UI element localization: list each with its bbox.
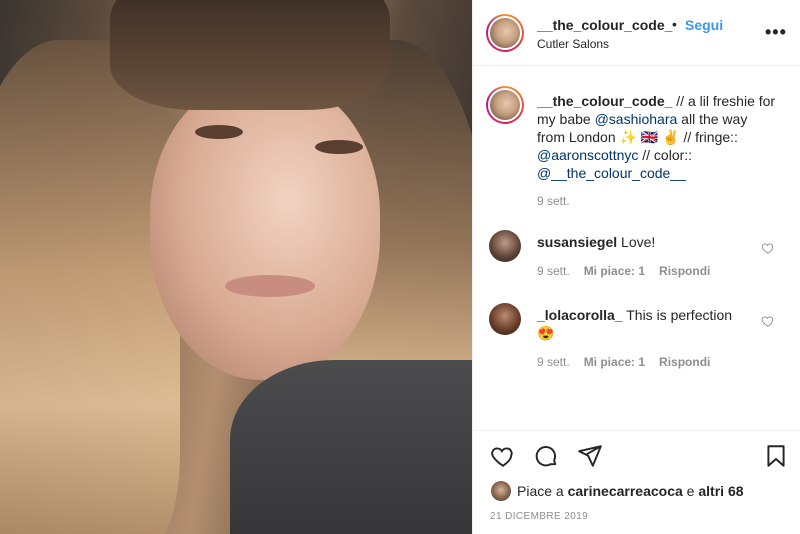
post-header: __the_colour_code_ • Segui Cutler Salons…	[473, 0, 800, 66]
header-separator: •	[672, 16, 677, 32]
mention-link[interactable]: @aaronscottnyc	[537, 147, 638, 163]
likes-prefix: Piace a	[517, 483, 568, 499]
reply-button[interactable]: Rispondi	[659, 355, 710, 369]
likes-and: e	[682, 483, 699, 499]
liker-username[interactable]: carinecarreacoca	[568, 483, 683, 499]
comment-text: _lolacorolla_ This is perfection 😍	[537, 306, 747, 342]
likes-text[interactable]: Piace a carinecarreacoca e altri 68	[517, 483, 744, 499]
instagram-post: __the_colour_code_ • Segui Cutler Salons…	[0, 0, 800, 534]
comment-timestamp[interactable]: 9 sett.	[537, 355, 570, 369]
heart-icon[interactable]	[490, 443, 516, 469]
comment-likes-count[interactable]: Mi piace: 1	[584, 264, 645, 278]
liker-avatar[interactable]	[491, 481, 511, 501]
post-date[interactable]: 21 DICEMBRE 2019	[490, 511, 588, 522]
comment-timestamp[interactable]: 9 sett.	[537, 264, 570, 278]
commenter-username[interactable]: susansiegel	[537, 234, 617, 250]
post-actions: Piace a carinecarreacoca e altri 68 21 D…	[473, 430, 800, 534]
mention-link[interactable]: @__the_colour_code__	[537, 165, 686, 181]
follow-button[interactable]: Segui	[685, 17, 723, 33]
commenter-avatar[interactable]	[489, 230, 521, 262]
comment-like-icon[interactable]	[761, 241, 775, 255]
comment-text: susansiegel Love!	[537, 233, 747, 251]
comment-likes-count[interactable]: Mi piace: 1	[584, 355, 645, 369]
commenter-avatar[interactable]	[489, 303, 521, 335]
caption-text: __the_colour_code_ // a lil freshie for …	[537, 92, 777, 182]
comment-meta: 9 sett. Mi piace: 1 Rispondi	[537, 264, 710, 278]
share-icon[interactable]	[577, 443, 603, 469]
photo-eye-left	[195, 125, 243, 139]
comment-like-icon[interactable]	[761, 314, 775, 328]
comments-section: __the_colour_code_ // a lil freshie for …	[473, 67, 800, 429]
photo-lips	[225, 275, 315, 297]
comment-meta: 9 sett. Mi piace: 1 Rispondi	[537, 355, 710, 369]
mention-link[interactable]: @sashiohara	[595, 111, 678, 127]
author-username[interactable]: __the_colour_code_	[537, 17, 672, 33]
comment-body: Love!	[617, 234, 656, 250]
more-options-icon[interactable]: •••	[765, 22, 787, 43]
author-avatar[interactable]	[486, 14, 524, 52]
caption-username[interactable]: __the_colour_code_	[537, 93, 672, 109]
caption-avatar[interactable]	[486, 86, 524, 124]
photo-hair-left	[0, 40, 180, 534]
comment-icon[interactable]	[533, 443, 559, 469]
likes-others[interactable]: altri 68	[698, 483, 743, 499]
post-side-panel: __the_colour_code_ • Segui Cutler Salons…	[472, 0, 800, 534]
reply-button[interactable]: Rispondi	[659, 264, 710, 278]
photo-eye-right	[315, 140, 363, 154]
bookmark-icon[interactable]	[763, 443, 789, 469]
photo-sweater	[230, 360, 472, 534]
likes-summary: Piace a carinecarreacoca e altri 68	[491, 481, 744, 501]
caption-timestamp[interactable]: 9 sett.	[537, 194, 570, 208]
location-link[interactable]: Cutler Salons	[537, 37, 609, 51]
caption-text-part: // color::	[638, 147, 693, 163]
commenter-username[interactable]: _lolacorolla_	[537, 307, 623, 323]
post-photo[interactable]	[0, 0, 472, 534]
photo-fringe	[110, 0, 390, 110]
photo-face	[150, 80, 380, 380]
